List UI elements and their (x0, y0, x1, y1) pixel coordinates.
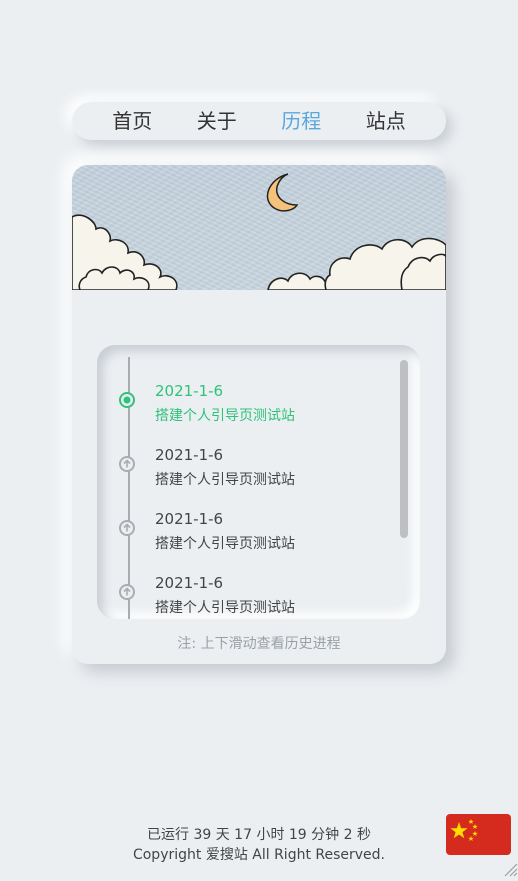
timeline-entry: 2021-1-6 搭建个人引导页测试站 (97, 382, 397, 432)
timeline-text: 搭建个人引导页测试站 (155, 536, 295, 552)
china-flag-icon[interactable] (446, 814, 511, 855)
timeline-entry: 2021-1-6 搭建个人引导页测试站 (97, 574, 397, 619)
cloud-left (72, 214, 178, 290)
nav-item-sites[interactable]: 站点 (366, 102, 406, 140)
scroll-hint: 注: 上下滑动查看历史进程 (177, 636, 341, 652)
timeline-entry: 2021-1-6 搭建个人引导页测试站 (97, 446, 397, 496)
history-card: 2021-1-6 搭建个人引导页测试站 2021-1-6 搭建个人引导页测试站 … (72, 165, 446, 664)
nav-item-home[interactable]: 首页 (112, 102, 152, 140)
night-sky-banner (72, 165, 446, 290)
timeline-text: 搭建个人引导页测试站 (155, 600, 295, 616)
arrow-up-icon (119, 520, 135, 536)
scrollbar[interactable] (400, 360, 408, 538)
cloud-middle (267, 272, 327, 290)
nav-item-about[interactable]: 关于 (197, 102, 237, 140)
clouds-moon-illustration (72, 173, 446, 290)
top-nav: 首页 关于 历程 站点 (72, 102, 446, 140)
timeline-date: 2021-1-6 (155, 446, 224, 464)
runtime-counter: 已运行 39 天 17 小时 19 分钟 2 秒 (147, 827, 371, 843)
cloud-right (324, 237, 446, 290)
arrow-up-icon (119, 584, 135, 600)
timeline-text: 搭建个人引导页测试站 (155, 408, 295, 424)
scrollbar-thumb[interactable] (400, 360, 408, 538)
timeline-date: 2021-1-6 (155, 382, 224, 400)
moon-icon (266, 173, 299, 212)
copyright: Copyright 爱搜站 All Right Reserved. (132, 847, 386, 863)
timeline-entry: 2021-1-6 搭建个人引导页测试站 (97, 510, 397, 560)
timeline-date: 2021-1-6 (155, 510, 224, 528)
arrow-up-icon (119, 456, 135, 472)
footer: 已运行 39 天 17 小时 19 分钟 2 秒 Copyright 爱搜站 A… (0, 825, 518, 865)
timeline-active-dot-icon (119, 392, 135, 408)
nav-item-history[interactable]: 历程 (281, 102, 321, 140)
timeline-text: 搭建个人引导页测试站 (155, 472, 295, 488)
resize-grip-icon[interactable] (502, 861, 518, 877)
timeline-scroll-area[interactable]: 2021-1-6 搭建个人引导页测试站 2021-1-6 搭建个人引导页测试站 … (97, 345, 420, 619)
timeline-date: 2021-1-6 (155, 574, 224, 592)
